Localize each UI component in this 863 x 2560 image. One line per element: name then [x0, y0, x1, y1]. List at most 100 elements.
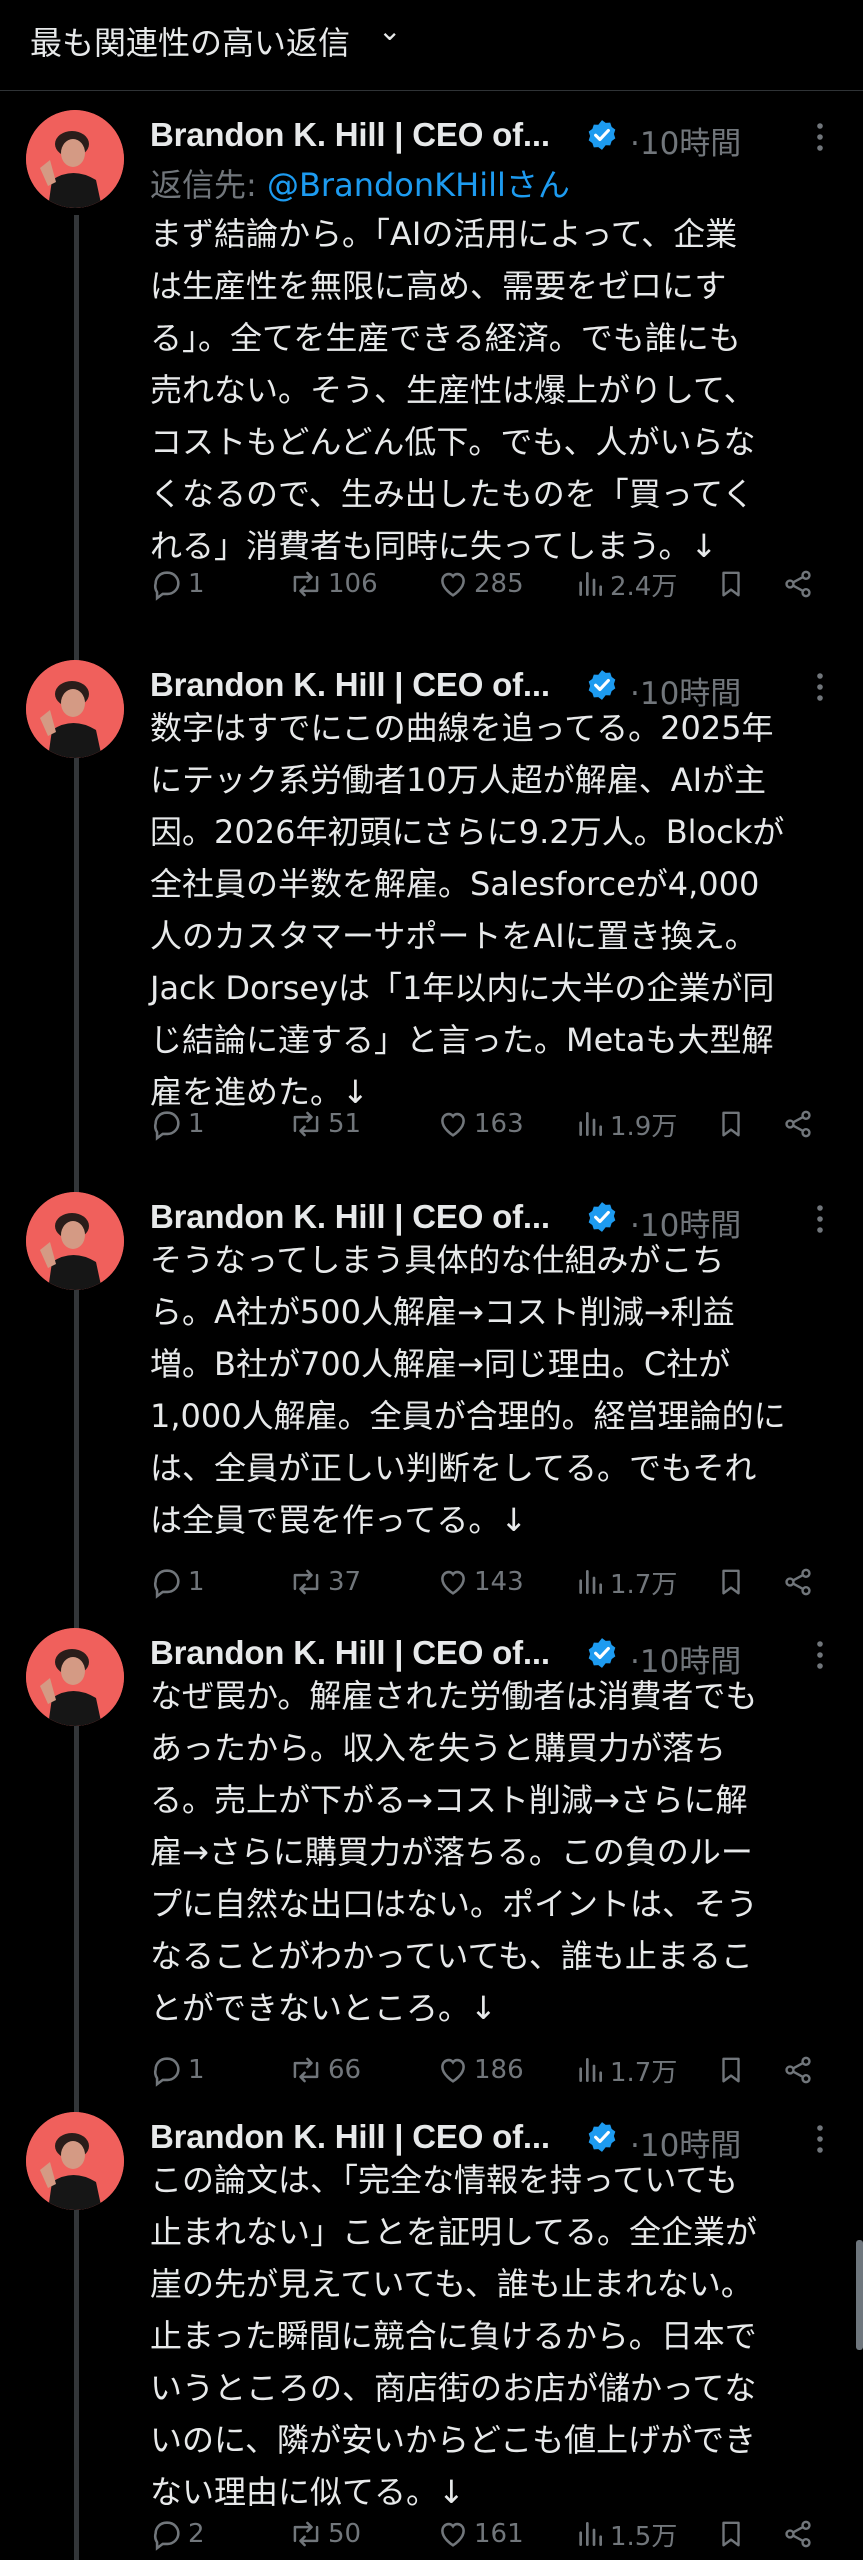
- reply-sort-label[interactable]: 最も関連性の高い返信: [30, 18, 350, 64]
- views-icon: [579, 2058, 602, 2082]
- author-name[interactable]: Brandon K. Hill | CEO of...: [150, 2118, 550, 2156]
- tweet-actions: 1 66 186 1.7万: [150, 2048, 830, 2092]
- avatar[interactable]: [26, 110, 124, 208]
- retweet-button[interactable]: 37: [288, 1560, 361, 1604]
- reply-icon: [153, 1111, 180, 1141]
- more-icon[interactable]: [810, 2120, 830, 2158]
- avatar[interactable]: [26, 1628, 124, 1726]
- bookmark-icon: [722, 2521, 740, 2547]
- reply-count: 1: [188, 1109, 205, 1139]
- bookmark-button[interactable]: [716, 562, 750, 606]
- retweet-button[interactable]: 66: [288, 2048, 361, 2092]
- verified-badge-icon: [588, 1638, 616, 1668]
- avatar[interactable]: [26, 660, 124, 758]
- reply-sort-bar[interactable]: 最も関連性の高い返信 ⌄: [0, 0, 863, 91]
- views-icon: [579, 2522, 602, 2546]
- views-count: 2.4万: [610, 571, 678, 602]
- like-button[interactable]: 161: [436, 2512, 524, 2556]
- share-button[interactable]: [782, 2048, 818, 2092]
- tweet-header: Brandon K. Hill | CEO of... ·10時間: [150, 116, 850, 166]
- reply-button[interactable]: 1: [150, 1102, 205, 1146]
- like-count: 143: [474, 1567, 524, 1597]
- reply-button[interactable]: 1: [150, 562, 205, 606]
- share-icon: [785, 570, 811, 598]
- like-icon: [441, 572, 465, 597]
- like-button[interactable]: 163: [436, 1102, 524, 1146]
- share-icon: [785, 1110, 811, 1138]
- verified-badge-icon: [588, 1202, 616, 1232]
- like-button[interactable]: 285: [436, 562, 524, 606]
- retweet-count: 37: [328, 1567, 362, 1597]
- views-icon: [579, 572, 602, 596]
- author-name[interactable]: Brandon K. Hill | CEO of...: [150, 116, 550, 154]
- like-icon: [441, 2058, 465, 2083]
- share-button[interactable]: [782, 562, 818, 606]
- like-icon: [441, 2522, 465, 2547]
- tweet-text: この論文は、「完全な情報を持っていても 止まれない」ことを証明してる。全企業が …: [150, 2161, 758, 2511]
- verified-badge-icon: [588, 2122, 616, 2152]
- retweet-button[interactable]: 106: [288, 562, 378, 606]
- retweet-icon: [293, 2057, 319, 2083]
- share-icon: [785, 1568, 811, 1596]
- tweet-time[interactable]: ·10時間: [630, 118, 741, 163]
- tweet-text: 数字はすでにこの曲線を追ってる。2025年 にテック系労働者10万人超が解雇、A…: [150, 709, 785, 1111]
- views-count: 1.5万: [610, 2521, 678, 2552]
- like-button[interactable]: 143: [436, 1560, 524, 1604]
- author-name[interactable]: Brandon K. Hill | CEO of...: [150, 1634, 550, 1672]
- share-button[interactable]: [782, 1102, 818, 1146]
- more-icon[interactable]: [810, 668, 830, 706]
- views-button[interactable]: 2.4万: [574, 562, 677, 606]
- like-icon: [441, 1112, 465, 1137]
- more-icon[interactable]: [810, 1200, 830, 1238]
- more-icon[interactable]: [810, 1636, 830, 1674]
- views-count: 1.9万: [610, 1111, 678, 1142]
- tweet-actions: 1 51 163 1.9万: [150, 1102, 830, 1146]
- views-button[interactable]: 1.7万: [574, 2048, 677, 2092]
- reply-button[interactable]: 1: [150, 1560, 205, 1604]
- views-button[interactable]: 1.7万: [574, 1560, 677, 1604]
- author-name[interactable]: Brandon K. Hill | CEO of...: [150, 666, 550, 704]
- chevron-down-icon[interactable]: ⌄: [378, 14, 401, 47]
- retweet-count: 106: [328, 569, 378, 599]
- tweet-text: まず結論から。「AIの活用によって、企業 は生産性を無限に高め、需要をゼロにす …: [150, 215, 756, 565]
- avatar[interactable]: [26, 1192, 124, 1290]
- reply-count: 1: [188, 2055, 205, 2085]
- views-icon: [579, 1570, 602, 1594]
- reply-icon: [153, 2057, 180, 2087]
- bookmark-button[interactable]: [716, 2512, 750, 2556]
- views-icon: [579, 1112, 602, 1136]
- retweet-count: 51: [328, 1109, 362, 1139]
- retweet-icon: [293, 1111, 319, 1137]
- tweet-actions: 1 37 143 1.7万: [150, 1560, 830, 1604]
- reply-button[interactable]: 2: [150, 2512, 205, 2556]
- avatar[interactable]: [26, 2112, 124, 2210]
- retweet-icon: [293, 1569, 319, 1595]
- verified-badge-icon: [588, 120, 616, 150]
- reply-to-handle[interactable]: @BrandonKHillさん: [267, 166, 570, 204]
- bookmark-button[interactable]: [716, 2048, 750, 2092]
- share-button[interactable]: [782, 1560, 818, 1604]
- like-icon: [441, 1570, 465, 1595]
- retweet-button[interactable]: 51: [288, 1102, 361, 1146]
- bookmark-button[interactable]: [716, 1102, 750, 1146]
- views-button[interactable]: 1.9万: [574, 1102, 677, 1146]
- share-icon: [785, 2056, 811, 2084]
- scrollbar-thumb[interactable]: [856, 2240, 863, 2350]
- retweet-count: 66: [328, 2055, 362, 2085]
- author-name[interactable]: Brandon K. Hill | CEO of...: [150, 1198, 550, 1236]
- share-button[interactable]: [782, 2512, 818, 2556]
- more-icon[interactable]: [810, 118, 830, 156]
- reply-button[interactable]: 1: [150, 2048, 205, 2092]
- bookmark-button[interactable]: [716, 1560, 750, 1604]
- views-button[interactable]: 1.5万: [574, 2512, 677, 2556]
- tweet-actions: 2 50 161 1.5万: [150, 2512, 830, 2556]
- retweet-button[interactable]: 50: [288, 2512, 361, 2556]
- like-button[interactable]: 186: [436, 2048, 524, 2092]
- like-count: 161: [474, 2519, 524, 2549]
- tweet-text: そうなってしまう具体的な仕組みがこち ら。A社が500人解雇→コスト削減→利益 …: [150, 1241, 786, 1539]
- reply-count: 2: [188, 2519, 205, 2549]
- like-count: 163: [474, 1109, 524, 1139]
- reply-count: 1: [188, 1567, 205, 1597]
- bookmark-icon: [722, 571, 740, 597]
- views-count: 1.7万: [610, 1569, 678, 1600]
